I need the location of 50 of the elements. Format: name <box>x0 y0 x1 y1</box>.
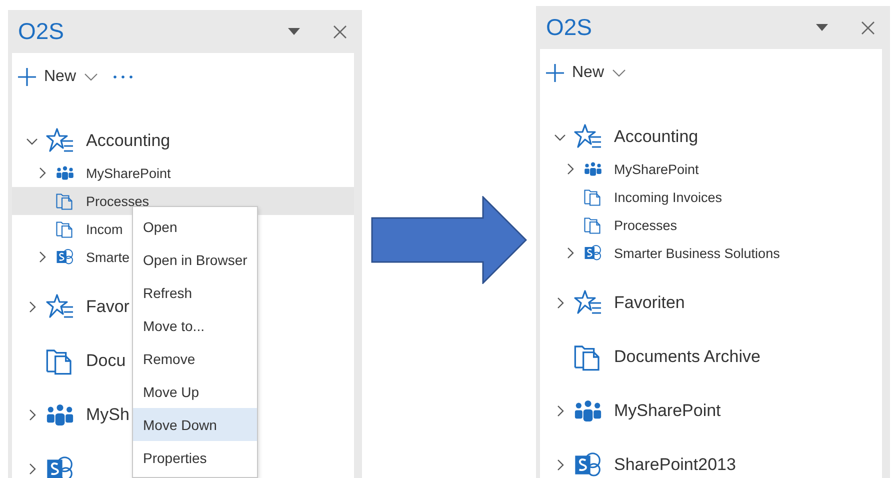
people-icon <box>56 166 74 180</box>
star-list-icon <box>574 123 602 151</box>
tree-label[interactable]: Favoriten <box>614 293 685 313</box>
tree-label[interactable]: Favor <box>86 297 130 317</box>
menu-item[interactable]: Move to... <box>133 309 257 342</box>
tree-label[interactable]: Processes <box>614 218 678 232</box>
tree-label[interactable]: MySharePoint <box>614 401 721 421</box>
menu-item[interactable]: Remove <box>133 342 257 375</box>
folder-document-icon <box>46 347 74 375</box>
tree-label[interactable]: MySh <box>86 405 130 425</box>
star-list-icon <box>46 127 74 155</box>
menu-item[interactable]: Refresh <box>133 276 257 309</box>
folder-document-icon <box>584 188 602 206</box>
tree-label[interactable]: Incom <box>86 222 123 236</box>
tree-label[interactable]: SharePoint2013 <box>614 455 736 475</box>
tree-label[interactable]: Accounting <box>86 131 170 151</box>
menu-item[interactable]: Properties <box>133 441 257 474</box>
menu-item[interactable]: Move Down <box>133 408 257 441</box>
tree-label[interactable]: Accounting <box>614 127 698 147</box>
people-icon <box>574 400 602 422</box>
plus-icon <box>18 68 36 86</box>
tree-label[interactable]: Processes <box>86 194 150 208</box>
new-button[interactable]: New <box>546 64 626 82</box>
pane-title: O2S <box>18 18 66 45</box>
tree-label[interactable]: Docu <box>86 351 126 371</box>
sharepoint-icon <box>56 248 74 266</box>
chevron-down-icon <box>84 73 98 81</box>
close-icon[interactable] <box>860 20 876 36</box>
star-list-icon <box>46 293 74 321</box>
folder-document-icon <box>56 220 74 238</box>
people-icon <box>46 404 74 426</box>
menu-item[interactable]: Move Up <box>133 375 257 408</box>
tree-label[interactable]: Documents Archive <box>614 347 760 367</box>
folder-document-icon <box>56 192 74 210</box>
close-icon[interactable] <box>332 24 348 40</box>
tree-label[interactable]: Smarter Business Solutions <box>614 246 780 260</box>
pane-title: O2S <box>546 14 594 41</box>
tree-label[interactable]: MySharePoint <box>86 166 171 180</box>
folder-document-icon <box>574 343 602 371</box>
chevron-down-icon <box>612 69 626 77</box>
menu-item[interactable]: Open in Browser <box>133 243 257 276</box>
tree-label[interactable]: Smarte <box>86 250 130 264</box>
tree-label[interactable]: MySharePoint <box>614 162 699 176</box>
sharepoint-icon <box>584 244 602 262</box>
tree-label[interactable]: Incoming Invoices <box>614 190 722 204</box>
new-button[interactable]: New <box>18 68 98 86</box>
people-icon <box>584 162 602 176</box>
plus-icon <box>546 64 564 82</box>
folder-document-icon <box>584 216 602 234</box>
star-list-icon <box>574 289 602 317</box>
